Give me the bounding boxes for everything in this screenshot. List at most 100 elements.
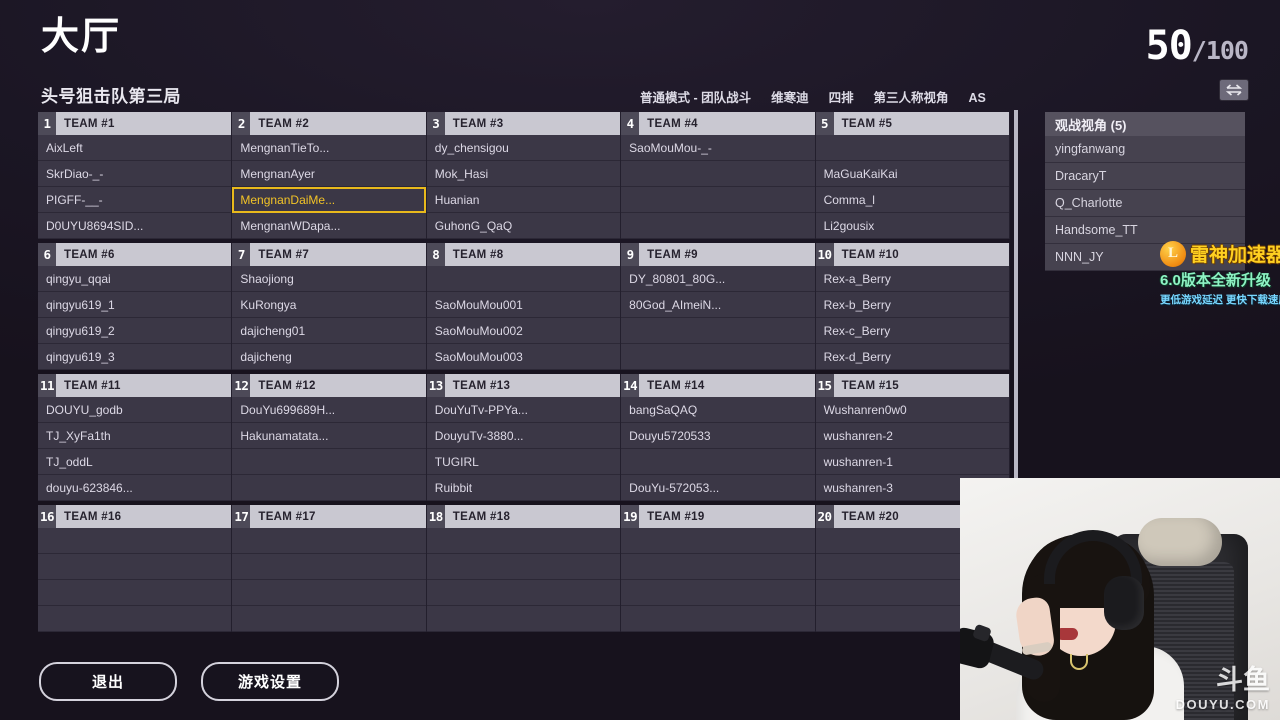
team-block[interactable]: 18 TEAM #18 bbox=[426, 505, 622, 632]
swap-arrows-icon[interactable] bbox=[1220, 80, 1248, 100]
player-slot[interactable]: AixLeft bbox=[38, 135, 232, 161]
player-slot[interactable]: dy_chensigou bbox=[426, 135, 621, 161]
player-slot[interactable] bbox=[38, 528, 232, 554]
player-slot[interactable]: KuRongya bbox=[232, 292, 426, 318]
player-slot[interactable] bbox=[38, 606, 232, 632]
team-block[interactable]: 2 TEAM #2 MengnanTieTo... MengnanAyer Mengna… bbox=[232, 112, 427, 239]
team-block[interactable]: 4 TEAM #4 SaoMouMou-_- bbox=[621, 112, 816, 239]
player-slot[interactable] bbox=[621, 213, 815, 239]
team-block[interactable]: 9 TEAM #9 DY_80801_80G... 80God_AImeiN... bbox=[621, 243, 816, 370]
player-slot[interactable]: Wushanren0w0 bbox=[815, 397, 1009, 423]
team-block[interactable]: 5 TEAM #5 MaGuaKaiKai Comma_l Li2gousix bbox=[815, 112, 1010, 239]
player-slot[interactable]: Mok_Hasi bbox=[426, 161, 621, 187]
player-slot[interactable]: DouYu699689H... bbox=[232, 397, 426, 423]
player-slot[interactable] bbox=[815, 135, 1009, 161]
spectator-list[interactable]: yingfanwang DracaryT Q_Charlotte Handsome_T… bbox=[1045, 136, 1245, 271]
player-slot[interactable]: dajicheng01 bbox=[232, 318, 426, 344]
player-slot[interactable]: qingyu_qqai bbox=[38, 266, 232, 292]
player-slot[interactable] bbox=[621, 554, 815, 580]
player-slot[interactable] bbox=[38, 580, 232, 606]
player-slot[interactable]: Rex-c_Berry bbox=[815, 318, 1009, 344]
player-slot[interactable]: bangSaQAQ bbox=[621, 397, 815, 423]
player-slot[interactable] bbox=[621, 161, 815, 187]
spectator-list-item[interactable]: NNN_JY bbox=[1045, 244, 1245, 271]
team-block[interactable]: 3 TEAM #3 dy_chensigou Mok_Hasi Huanian Guhon… bbox=[426, 112, 622, 239]
spectator-list-item[interactable]: Handsome_TT bbox=[1045, 217, 1245, 244]
player-slot[interactable] bbox=[426, 606, 621, 632]
player-slot[interactable]: Rex-a_Berry bbox=[815, 266, 1009, 292]
player-slot[interactable]: Li2gousix bbox=[815, 213, 1009, 239]
player-slot[interactable]: MengnanAyer bbox=[232, 161, 426, 187]
player-slot[interactable] bbox=[621, 580, 815, 606]
player-slot[interactable]: SaoMouMou-_- bbox=[621, 135, 815, 161]
player-slot[interactable] bbox=[232, 449, 426, 475]
player-slot[interactable] bbox=[621, 606, 815, 632]
player-slot[interactable] bbox=[426, 554, 621, 580]
player-slot[interactable]: Ruibbit bbox=[426, 475, 621, 501]
player-slot[interactable] bbox=[426, 528, 621, 554]
player-slot[interactable]: SkrDiao-_- bbox=[38, 161, 232, 187]
player-slot[interactable] bbox=[232, 580, 426, 606]
player-slot[interactable] bbox=[621, 187, 815, 213]
player-slot[interactable]: TJ_XyFa1th bbox=[38, 423, 232, 449]
player-slot[interactable]: MengnanWDapa... bbox=[232, 213, 426, 239]
player-slot[interactable]: wushanren-2 bbox=[815, 423, 1009, 449]
player-slot[interactable]: MaGuaKaiKai bbox=[815, 161, 1009, 187]
player-slot[interactable]: PIGFF-__- bbox=[38, 187, 232, 213]
player-slot[interactable] bbox=[232, 528, 426, 554]
player-slot[interactable] bbox=[621, 528, 815, 554]
team-block[interactable]: 11 TEAM #11 DOUYU_godb TJ_XyFa1th TJ_oddL dou… bbox=[38, 374, 233, 501]
player-slot[interactable]: DouYu-572053... bbox=[621, 475, 815, 501]
player-slot[interactable]: Hakunamatata... bbox=[232, 423, 426, 449]
player-slot[interactable]: TJ_oddL bbox=[38, 449, 232, 475]
player-slot[interactable] bbox=[621, 344, 815, 370]
team-block[interactable]: 8 TEAM #8 SaoMouMou001 SaoMouMou002 SaoMouMo… bbox=[426, 243, 622, 370]
team-block[interactable]: 17 TEAM #17 bbox=[232, 505, 427, 632]
team-grid[interactable]: 1 TEAM #1 AixLeft SkrDiao-_- PIGFF-__- D0UYU8… bbox=[38, 112, 1010, 634]
player-slot[interactable]: DouYuTv-PPYa... bbox=[426, 397, 621, 423]
player-slot[interactable]: DouyuTv-3880... bbox=[426, 423, 621, 449]
game-settings-button[interactable]: 游戏设置 bbox=[201, 662, 339, 701]
player-slot[interactable]: Rex-b_Berry bbox=[815, 292, 1009, 318]
player-slot[interactable] bbox=[232, 606, 426, 632]
team-block[interactable]: 7 TEAM #7 Shaojiong KuRongya dajicheng01 daji… bbox=[232, 243, 427, 370]
player-slot[interactable]: qingyu619_2 bbox=[38, 318, 232, 344]
player-slot[interactable]: dajicheng bbox=[232, 344, 426, 370]
player-slot[interactable] bbox=[232, 475, 426, 501]
player-slot[interactable]: Comma_l bbox=[815, 187, 1009, 213]
player-slot[interactable] bbox=[426, 580, 621, 606]
player-slot[interactable]: GuhonG_QaQ bbox=[426, 213, 621, 239]
team-block[interactable]: 12 TEAM #12 DouYu699689H... Hakunamatata... bbox=[232, 374, 427, 501]
player-slot[interactable]: wushanren-1 bbox=[815, 449, 1009, 475]
team-block[interactable]: 10 TEAM #10 Rex-a_Berry Rex-b_Berry Rex-c_Be… bbox=[815, 243, 1010, 370]
player-slot[interactable]: SaoMouMou001 bbox=[426, 292, 621, 318]
player-slot[interactable]: Douyu5720533 bbox=[621, 423, 815, 449]
team-block[interactable]: 16 TEAM #16 bbox=[38, 505, 233, 632]
player-slot[interactable]: Huanian bbox=[426, 187, 621, 213]
spectator-list-item[interactable]: Q_Charlotte bbox=[1045, 190, 1245, 217]
player-slot[interactable]: D0UYU8694SID... bbox=[38, 213, 232, 239]
team-block[interactable]: 1 TEAM #1 AixLeft SkrDiao-_- PIGFF-__- D0UYU8… bbox=[38, 112, 233, 239]
spectator-list-item[interactable]: DracaryT bbox=[1045, 163, 1245, 190]
player-slot[interactable]: MengnanTieTo... bbox=[232, 135, 426, 161]
exit-button[interactable]: 退出 bbox=[39, 662, 177, 701]
team-block[interactable]: 19 TEAM #19 bbox=[621, 505, 816, 632]
player-slot[interactable]: qingyu619_3 bbox=[38, 344, 232, 370]
player-slot-selected[interactable]: MengnanDaiMe... bbox=[232, 187, 426, 213]
player-slot[interactable] bbox=[232, 554, 426, 580]
player-slot[interactable]: Rex-d_Berry bbox=[815, 344, 1009, 370]
team-block[interactable]: 6 TEAM #6 qingyu_qqai qingyu619_1 qingyu619_… bbox=[38, 243, 233, 370]
team-block[interactable]: 13 TEAM #13 DouYuTv-PPYa... DouyuTv-3880...… bbox=[426, 374, 622, 501]
scrollbar-thumb[interactable] bbox=[1014, 110, 1018, 540]
player-slot[interactable]: douyu-623846... bbox=[38, 475, 232, 501]
player-slot[interactable] bbox=[621, 318, 815, 344]
player-slot[interactable] bbox=[621, 449, 815, 475]
player-slot[interactable]: DOUYU_godb bbox=[38, 397, 232, 423]
player-slot[interactable] bbox=[426, 266, 621, 292]
spectator-list-item[interactable]: yingfanwang bbox=[1045, 136, 1245, 163]
player-slot[interactable]: SaoMouMou002 bbox=[426, 318, 621, 344]
player-slot[interactable]: DY_80801_80G... bbox=[621, 266, 815, 292]
player-slot[interactable]: SaoMouMou003 bbox=[426, 344, 621, 370]
player-slot[interactable]: 80God_AImeiN... bbox=[621, 292, 815, 318]
player-slot[interactable]: qingyu619_1 bbox=[38, 292, 232, 318]
